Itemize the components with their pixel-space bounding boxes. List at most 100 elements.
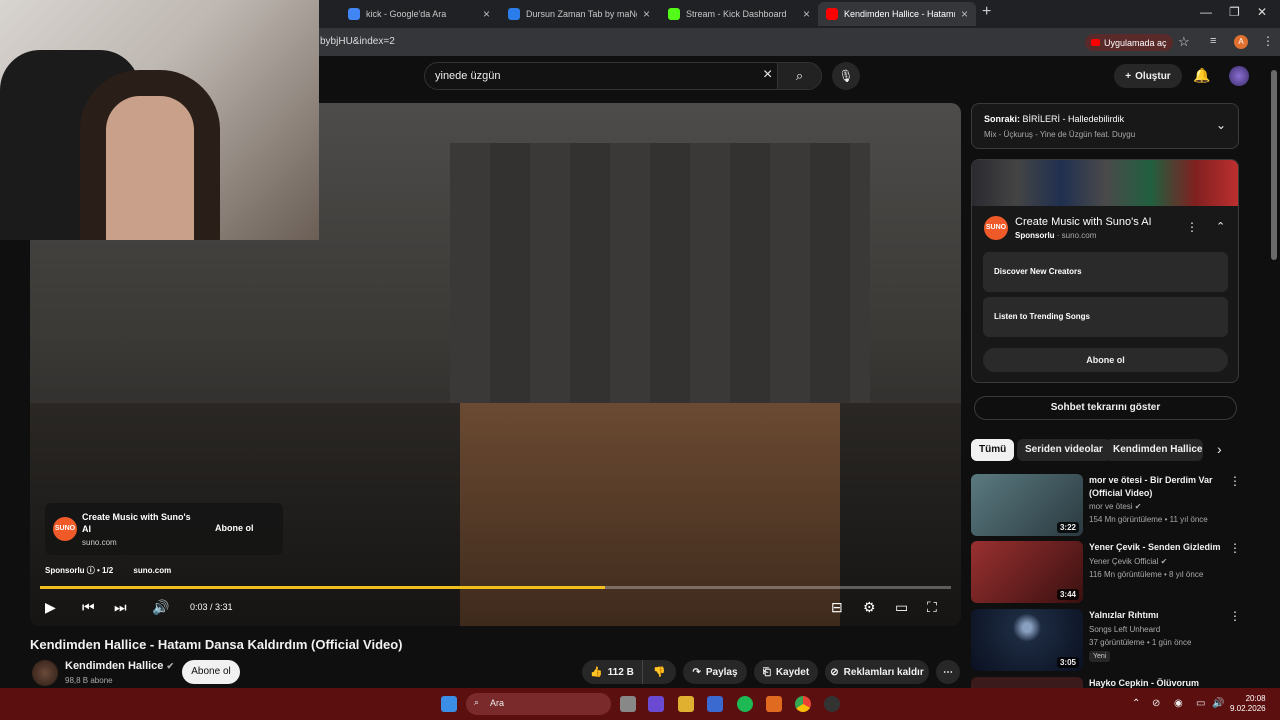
profile-avatar[interactable]: A [1234, 35, 1248, 49]
share-button[interactable]: ↷ Paylaş [683, 660, 747, 684]
chip-channel[interactable]: Kendimden Hallice ad [1105, 439, 1203, 461]
rec-channel[interactable]: Yener Çevik Official ✔ [1089, 557, 1167, 566]
sidebar-ad-title[interactable]: Create Music with Suno's AI [1015, 216, 1152, 228]
bookmark-star-icon[interactable]: ☆ [1178, 34, 1190, 50]
close-icon[interactable]: × [961, 7, 968, 21]
tab-kick[interactable]: Stream - Kick Dashboard × [660, 2, 818, 26]
info-icon[interactable]: ⓘ [87, 566, 95, 575]
ad-subscribe-button[interactable]: Abone ol [215, 523, 254, 533]
dislike-button[interactable]: 👎 [642, 660, 676, 684]
ad-banner-image[interactable] [972, 160, 1238, 206]
previous-icon[interactable]: ⏮ [82, 599, 95, 616]
notifications-bell-icon[interactable]: 🔔 [1193, 67, 1210, 84]
chip-series[interactable]: Seriden videolar [1017, 439, 1111, 461]
rec-title[interactable]: Yalnızlar Rıhtımı [1089, 609, 1229, 622]
search-icon[interactable]: ⌕ [777, 63, 821, 89]
url-text[interactable]: bybjHU&index=2 [320, 36, 395, 47]
remove-ads-button[interactable]: ⊘ Reklamları kaldır [825, 660, 929, 684]
channel-name-text[interactable]: Kendimden Hallice [65, 660, 163, 672]
sponsor-domain[interactable]: suno.com [133, 566, 171, 575]
ad-link-discover[interactable]: Discover New Creators [983, 252, 1228, 292]
taskbar-search[interactable]: ⌕ Ara [466, 693, 611, 715]
store-icon[interactable] [707, 696, 723, 712]
subscribe-button[interactable]: Abone ol [182, 660, 240, 684]
display-icon[interactable]: ▭ [1196, 698, 1205, 709]
fullscreen-icon[interactable]: ⛶ [927, 599, 937, 616]
open-in-app-button[interactable]: Uygulamada aç [1085, 34, 1173, 51]
volume-icon[interactable]: 🔊 [152, 599, 169, 616]
sidebar-ad-panel[interactable]: SUNO Create Music with Suno's AI Sponsor… [971, 159, 1239, 383]
clear-search-icon[interactable]: × [763, 66, 772, 84]
close-icon[interactable]: × [803, 7, 810, 21]
like-button[interactable]: 👍 112 B [582, 660, 642, 684]
page-scrollbar[interactable] [1270, 60, 1278, 260]
tab-dursun[interactable]: Dursun Zaman Tab by maNga | × [500, 2, 658, 26]
create-button[interactable]: + Oluştur [1114, 64, 1182, 88]
list-item[interactable]: 3:05 Yalnızlar Rıhtımı Songs Left Unhear… [971, 609, 1261, 673]
chevron-up-icon[interactable]: ⌃ [1216, 220, 1225, 233]
video-thumbnail[interactable]: 3:44 [971, 541, 1083, 603]
spotify-icon[interactable] [737, 696, 753, 712]
list-item[interactable]: 3:22 mor ve ötesi - Bir Derdim Var (Offi… [971, 474, 1261, 538]
tab-youtube[interactable]: Kendimden Hallice - Hatamı × [818, 2, 976, 26]
list-item[interactable]: Hayko Cepkin - Ölüvorum [971, 677, 1261, 688]
app-tray-icon[interactable]: ◉ [1174, 698, 1183, 709]
search-box[interactable]: yinede üzgün × ⌕ [424, 62, 822, 90]
progress-bar[interactable] [40, 586, 951, 589]
ad-more-icon[interactable]: ⋮ [1186, 220, 1198, 234]
minimize-icon[interactable]: — [1200, 5, 1212, 19]
theater-mode-icon[interactable]: ▭ [895, 599, 908, 616]
up-next-mix[interactable]: Sonraki: BİRİLERİ - Halledebilirdik Mix … [971, 103, 1239, 149]
extensions-icon[interactable]: ≡ [1210, 35, 1216, 47]
more-actions-button[interactable]: ⋯ [936, 660, 960, 684]
tab-google[interactable]: kick - Google'da Ara × [340, 2, 498, 26]
play-icon[interactable]: ▶ [45, 599, 56, 616]
rec-channel[interactable]: mor ve ötesi ✔ [1089, 502, 1142, 511]
channel-avatar[interactable] [32, 660, 58, 686]
channel-name[interactable]: Kendimden Hallice ✔ [65, 660, 174, 672]
player-ad-card[interactable]: SUNO Create Music with Suno's AI suno.co… [45, 503, 283, 555]
rec-title[interactable]: Hayko Cepkin - Ölüvorum [1089, 677, 1229, 688]
chrome-icon[interactable] [795, 696, 811, 712]
captions-icon[interactable]: ⊟ [831, 599, 843, 616]
ad-link-trending[interactable]: Listen to Trending Songs [983, 297, 1228, 337]
windows-start-icon[interactable] [441, 696, 457, 712]
list-item[interactable]: 3:44 Yener Çevik - Senden Gizledim Yener… [971, 541, 1261, 605]
brave-icon[interactable] [766, 696, 782, 712]
save-button[interactable]: ⎗ Kaydet [754, 660, 818, 684]
widgets-icon[interactable] [648, 696, 664, 712]
ad-title[interactable]: Create Music with Suno's AI [82, 511, 192, 535]
chip-all[interactable]: Tümü [971, 439, 1015, 461]
more-icon[interactable]: ⋮ [1229, 609, 1241, 623]
network-off-icon[interactable]: ⊘ [1152, 698, 1160, 709]
settings-gear-icon[interactable]: ⚙ [863, 599, 876, 616]
obs-icon[interactable] [824, 696, 840, 712]
video-thumbnail[interactable] [971, 677, 1083, 688]
window-close-icon[interactable]: ✕ [1257, 5, 1267, 19]
taskbar-clock[interactable]: 20:08 9.02.2026 [1230, 694, 1266, 714]
close-icon[interactable]: × [483, 7, 490, 21]
next-icon[interactable]: ⏭ [114, 599, 127, 616]
chevron-right-icon[interactable]: › [1217, 441, 1222, 457]
task-view-icon[interactable] [620, 696, 636, 712]
ad-subscribe-button[interactable]: Abone ol [983, 348, 1228, 372]
video-thumbnail[interactable]: 3:22 [971, 474, 1083, 536]
chat-replay-button[interactable]: Sohbet tekrarını göster [974, 396, 1237, 420]
restore-icon[interactable]: ❐ [1229, 5, 1240, 19]
account-avatar[interactable] [1229, 66, 1249, 86]
rec-channel[interactable]: Songs Left Unheard [1089, 625, 1160, 634]
new-tab-icon[interactable]: + [982, 3, 991, 21]
rec-title[interactable]: Yener Çevik - Senden Gizledim [1089, 541, 1229, 554]
more-icon[interactable]: ⋮ [1229, 541, 1241, 555]
tray-chevron-icon[interactable]: ⌃ [1132, 698, 1140, 709]
close-icon[interactable]: × [643, 7, 650, 21]
microphone-icon[interactable]: 🎙 [832, 62, 860, 90]
more-icon[interactable]: ⋮ [1229, 474, 1241, 488]
video-thumbnail[interactable]: 3:05 [971, 609, 1083, 671]
chevron-down-icon[interactable]: ⌄ [1216, 118, 1226, 132]
browser-menu-icon[interactable]: ⋮ [1262, 34, 1274, 48]
file-explorer-icon[interactable] [678, 696, 694, 712]
search-input[interactable]: yinede üzgün [435, 70, 500, 82]
speaker-icon[interactable]: 🔊 [1212, 698, 1224, 709]
rec-title[interactable]: mor ve ötesi - Bir Derdim Var (Official … [1089, 474, 1229, 500]
